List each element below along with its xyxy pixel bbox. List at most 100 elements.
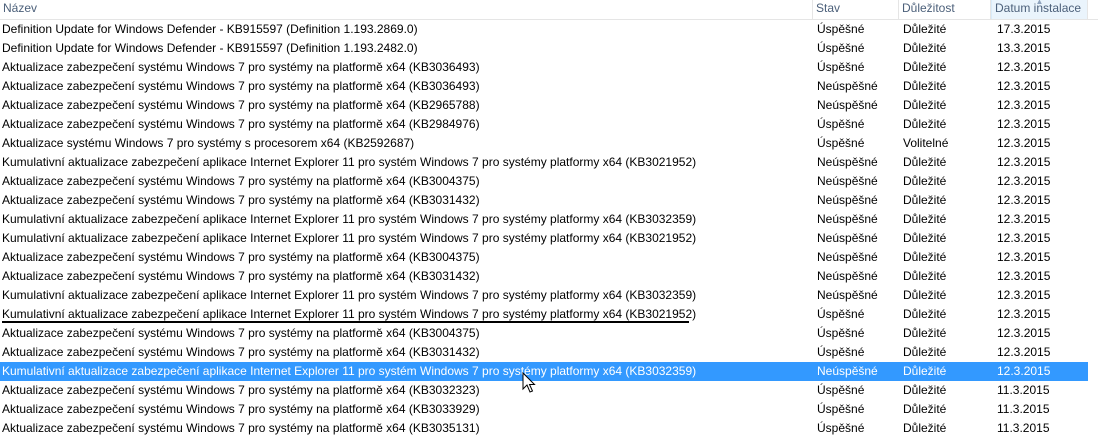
update-date: 11.3.2015 <box>997 421 1050 435</box>
update-name: Kumulativní aktualizace zabezpečení apli… <box>2 231 697 245</box>
update-importance: Důležité <box>903 345 947 359</box>
update-name: Aktualizace zabezpečení systému Windows … <box>2 98 480 112</box>
table-row[interactable]: Kumulativní aktualizace zabezpečení apli… <box>0 286 1098 305</box>
update-date: 12.3.2015 <box>997 231 1051 245</box>
update-status: Úspěšné <box>817 402 865 416</box>
update-status: Úspěšné <box>817 421 865 435</box>
update-importance: Důležité <box>903 79 947 93</box>
update-status: Neúspěšné <box>817 288 878 302</box>
update-name: Aktualizace zabezpečení systému Windows … <box>2 421 480 435</box>
update-importance: Důležité <box>903 250 947 264</box>
update-name: Aktualizace zabezpečení systému Windows … <box>2 383 480 397</box>
update-date: 12.3.2015 <box>997 250 1051 264</box>
update-status: Úspěšné <box>817 117 865 131</box>
update-importance: Důležité <box>903 231 947 245</box>
table-row[interactable]: Aktualizace zabezpečení systému Windows … <box>0 248 1098 267</box>
table-row[interactable]: Kumulativní aktualizace zabezpečení apli… <box>0 210 1098 229</box>
update-name: Aktualizace systému Windows 7 pro systém… <box>2 136 415 150</box>
update-status: Neúspěšné <box>817 174 878 188</box>
table-row[interactable]: Aktualizace zabezpečení systému Windows … <box>0 96 1098 115</box>
update-status: Úspěšné <box>817 326 865 340</box>
update-importance: Důležité <box>903 174 947 188</box>
update-importance: Důležité <box>903 22 947 36</box>
update-date: 12.3.2015 <box>997 193 1051 207</box>
table-row[interactable]: Aktualizace zabezpečení systému Windows … <box>0 267 1098 286</box>
update-importance: Důležité <box>903 402 947 416</box>
update-name: Aktualizace zabezpečení systému Windows … <box>2 60 480 74</box>
update-date: 12.3.2015 <box>997 364 1051 378</box>
table-row[interactable]: Aktualizace zabezpečení systému Windows … <box>0 343 1098 362</box>
update-name: Aktualizace zabezpečení systému Windows … <box>2 174 480 188</box>
update-date: 12.3.2015 <box>997 307 1051 321</box>
column-header-name-label: Název <box>3 1 38 15</box>
update-date: 12.3.2015 <box>997 345 1051 359</box>
table-row[interactable]: Aktualizace zabezpečení systému Windows … <box>0 172 1098 191</box>
table-row[interactable]: Aktualizace zabezpečení systému Windows … <box>0 400 1098 419</box>
update-importance: Důležité <box>903 60 947 74</box>
update-importance: Důležité <box>903 98 947 112</box>
update-status: Neúspěšné <box>817 212 878 226</box>
update-date: 13.3.2015 <box>997 41 1051 55</box>
update-date: 11.3.2015 <box>997 383 1050 397</box>
update-importance: Důležité <box>903 383 947 397</box>
update-importance: Důležité <box>903 155 947 169</box>
update-importance: Důležité <box>903 421 947 435</box>
update-date: 12.3.2015 <box>997 79 1051 93</box>
update-name: Definition Update for Windows Defender -… <box>2 22 418 36</box>
table-row[interactable]: Aktualizace systému Windows 7 pro systém… <box>0 134 1098 153</box>
table-row[interactable]: Aktualizace zabezpečení systému Windows … <box>0 324 1098 343</box>
update-importance: Důležité <box>903 117 947 131</box>
update-date: 12.3.2015 <box>997 98 1051 112</box>
update-name: Kumulativní aktualizace zabezpečení apli… <box>2 155 697 169</box>
update-name: Aktualizace zabezpečení systému Windows … <box>2 117 480 131</box>
update-date: 12.3.2015 <box>997 174 1051 188</box>
mouse-pointer-icon <box>522 372 536 393</box>
update-importance: Důležité <box>903 193 947 207</box>
update-name: Aktualizace zabezpečení systému Windows … <box>2 193 480 207</box>
update-status: Úspěšné <box>817 22 865 36</box>
update-importance: Důležité <box>903 307 947 321</box>
update-importance: Důležité <box>903 326 947 340</box>
column-header-date[interactable]: ▲ Datum instalace <box>991 0 1088 19</box>
update-status: Neúspěšné <box>817 364 878 378</box>
column-header-importance[interactable]: Důležitost <box>899 0 991 19</box>
sort-arrow-icon: ▲ <box>1035 0 1044 6</box>
update-date: 12.3.2015 <box>997 136 1051 150</box>
update-name: Aktualizace zabezpečení systému Windows … <box>2 250 480 264</box>
table-row[interactable]: Aktualizace zabezpečení systému Windows … <box>0 77 1098 96</box>
column-header-name[interactable]: Název <box>0 0 813 19</box>
update-date: 12.3.2015 <box>997 269 1051 283</box>
update-name: Aktualizace zabezpečení systému Windows … <box>2 269 480 283</box>
table-row[interactable]: Aktualizace zabezpečení systému Windows … <box>0 58 1098 77</box>
update-status: Neúspěšné <box>817 98 878 112</box>
table-row[interactable]: Definition Update for Windows Defender -… <box>0 39 1098 58</box>
update-importance: Důležité <box>903 288 947 302</box>
column-header-status[interactable]: Stav <box>813 0 899 19</box>
table-row[interactable]: Aktualizace zabezpečení systému Windows … <box>0 115 1098 134</box>
update-name: Kumulativní aktualizace zabezpečení apli… <box>2 212 697 226</box>
update-name: Kumulativní aktualizace zabezpečení apli… <box>2 364 697 378</box>
update-name: Kumulativní aktualizace zabezpečení apli… <box>2 288 697 302</box>
table-row[interactable]: Definition Update for Windows Defender -… <box>0 20 1098 39</box>
update-status: Úspěšné <box>817 136 865 150</box>
update-date: 12.3.2015 <box>997 288 1051 302</box>
table-row[interactable]: Aktualizace zabezpečení systému Windows … <box>0 191 1098 210</box>
column-header-row: Název Stav Důležitost ▲ Datum instalace <box>0 0 1098 20</box>
update-status: Neúspěšné <box>817 79 878 93</box>
table-row[interactable]: Aktualizace zabezpečení systému Windows … <box>0 381 1098 400</box>
update-status: Úspěšné <box>817 383 865 397</box>
update-status: Neúspěšné <box>817 193 878 207</box>
update-status: Neúspěšné <box>817 155 878 169</box>
table-row-selected[interactable]: Kumulativní aktualizace zabezpečení apli… <box>0 362 1088 381</box>
update-importance: Důležité <box>903 364 947 378</box>
table-row[interactable]: Kumulativní aktualizace zabezpečení apli… <box>0 153 1098 172</box>
update-status: Úspěšné <box>817 60 865 74</box>
column-header-importance-label: Důležitost <box>902 1 955 15</box>
table-row[interactable]: Aktualizace zabezpečení systému Windows … <box>0 419 1098 438</box>
update-date: 11.3.2015 <box>997 402 1050 416</box>
table-row[interactable]: Kumulativní aktualizace zabezpečení apli… <box>0 229 1098 248</box>
update-importance: Důležité <box>903 212 947 226</box>
update-date: 12.3.2015 <box>997 60 1051 74</box>
column-header-status-label: Stav <box>816 1 841 15</box>
update-status: Úspěšné <box>817 41 865 55</box>
